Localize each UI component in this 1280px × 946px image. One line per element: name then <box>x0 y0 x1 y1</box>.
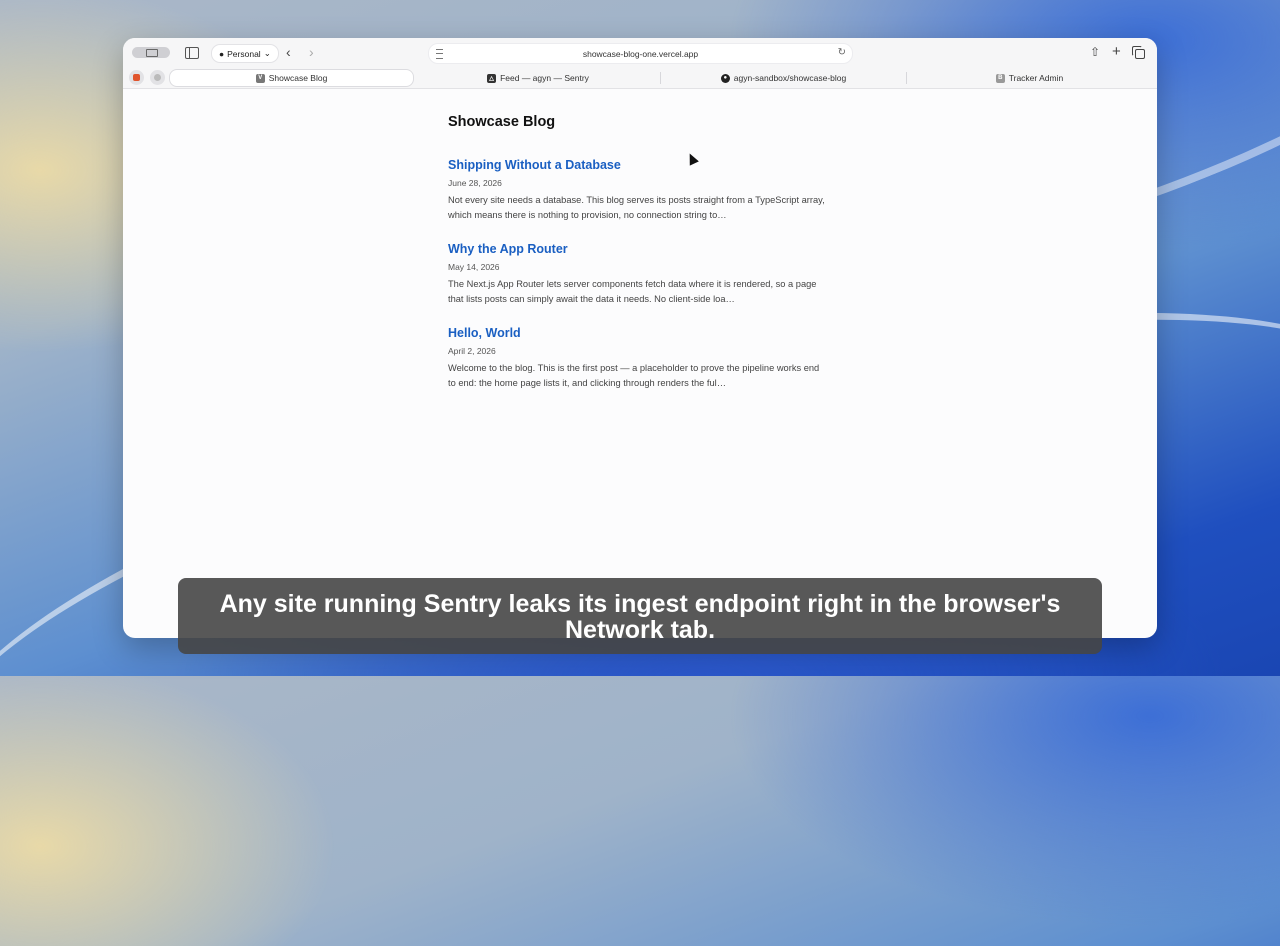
site-title: Showcase Blog <box>448 114 556 130</box>
sidebar-toggle-icon[interactable] <box>185 47 199 59</box>
vercel-favicon-icon: V <box>255 73 265 83</box>
forward-icon[interactable]: › <box>309 44 314 60</box>
share-icon[interactable]: ⇧ <box>1090 44 1100 60</box>
profile-label: Personal <box>227 48 261 59</box>
post-item: Shipping Without a Database June 28, 202… <box>448 158 828 223</box>
tab-overview-icon[interactable] <box>1132 46 1145 59</box>
pinned-tab[interactable] <box>150 70 165 85</box>
post-item: Why the App Router May 14, 2026 The Next… <box>448 242 828 307</box>
video-caption: Any site running Sentry leaks its ingest… <box>178 578 1102 654</box>
github-favicon-icon: ● <box>720 73 730 83</box>
post-title-link[interactable]: Shipping Without a Database <box>448 158 828 172</box>
post-date: June 28, 2026 <box>448 178 502 188</box>
tab-overview-icon <box>146 49 158 57</box>
pinned-favicon-icon <box>154 74 161 81</box>
address-url: showcase-blog-one.vercel.app <box>582 49 699 59</box>
post-date: May 14, 2026 <box>448 262 500 272</box>
new-tab-icon[interactable]: + <box>1112 44 1121 60</box>
post-excerpt: The Next.js App Router lets server compo… <box>448 279 817 304</box>
browser-window: ● Personal ⌄ ‹ › showcase-blog-one.verce… <box>123 38 1157 638</box>
post-title-link[interactable]: Hello, World <box>448 326 828 340</box>
page-content: Showcase Blog Shipping Without a Databas… <box>448 114 828 388</box>
tab-label: Showcase Blog <box>268 73 328 83</box>
tab-label: Feed — agyn — Sentry <box>500 73 589 83</box>
tab-tracker-admin[interactable]: B Tracker Admin <box>907 69 1152 87</box>
post-title-link[interactable]: Why the App Router <box>448 242 828 256</box>
back-icon[interactable]: ‹ <box>286 44 291 60</box>
tab-label: Tracker Admin <box>1008 73 1064 83</box>
reload-icon[interactable]: ↻ <box>838 47 846 58</box>
sentry-favicon-icon: △ <box>487 73 497 83</box>
post-date: April 2, 2026 <box>448 346 496 356</box>
tab-label: agyn-sandbox/showcase-blog <box>733 73 847 83</box>
browser-toolbar: ● Personal ⌄ ‹ › showcase-blog-one.verce… <box>123 38 1157 68</box>
tab-sentry-feed[interactable]: △ Feed — agyn — Sentry <box>416 69 660 87</box>
tracker-favicon-icon: B <box>995 73 1005 83</box>
person-icon: ● <box>219 48 225 59</box>
profile-button[interactable]: ● Personal ⌄ <box>211 44 279 63</box>
post-item: Hello, World April 2, 2026 Welcome to th… <box>448 326 828 391</box>
post-excerpt: Not every site needs a database. This bl… <box>448 195 825 220</box>
pinned-tab[interactable] <box>129 70 144 85</box>
tab-group-button[interactable] <box>132 47 170 58</box>
tab-showcase-blog[interactable]: V Showcase Blog <box>169 69 414 87</box>
post-excerpt: Welcome to the blog. This is the first p… <box>448 363 820 388</box>
tab-github-repo[interactable]: ● agyn-sandbox/showcase-blog <box>661 69 906 87</box>
pinned-favicon-icon <box>133 74 140 81</box>
address-bar[interactable]: showcase-blog-one.vercel.app ↻ <box>428 43 853 64</box>
chevron-down-icon: ⌄ <box>263 48 271 58</box>
